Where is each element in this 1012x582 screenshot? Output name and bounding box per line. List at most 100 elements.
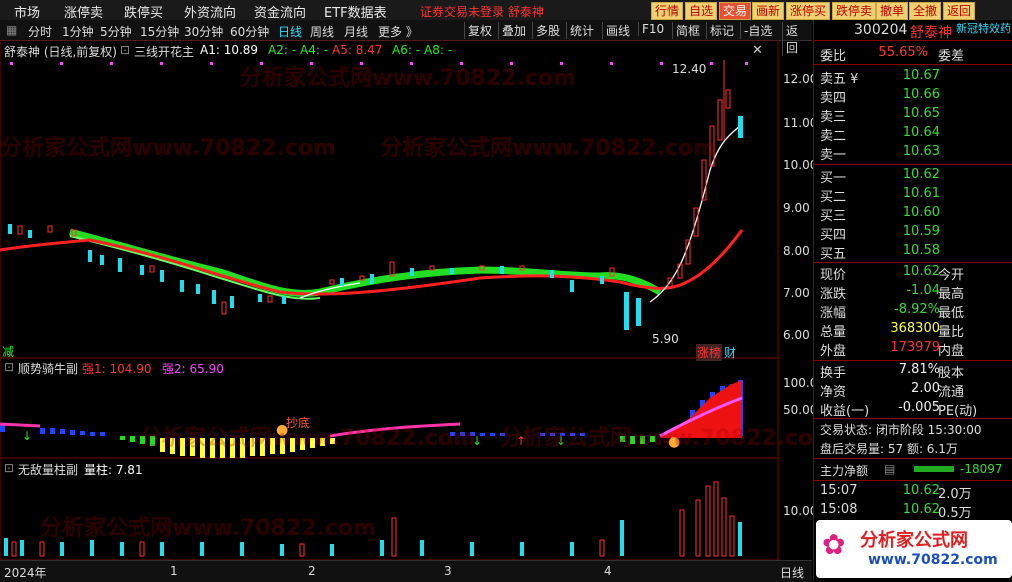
period-monthly[interactable]: 月线	[344, 23, 368, 40]
btn-cancel-all[interactable]: 全撤	[909, 2, 942, 20]
stat2-row: 收益(一) -0.005 PE(动)	[820, 400, 978, 419]
flower-icon: ✿	[822, 528, 846, 561]
btn-adjust[interactable]: 复权	[464, 22, 495, 39]
bid-row: 买五 10.58	[820, 243, 940, 262]
period-15min[interactable]: 15分钟	[140, 23, 179, 40]
watermark: 分析家公式网www.70822.com	[500, 426, 836, 451]
low-price-label: 5.90	[652, 332, 679, 346]
site-logo: ✿ 分析家公式网 www.70822.com	[816, 520, 1012, 578]
ask-row: 卖五 ¥10.67	[820, 68, 940, 87]
indicator-a2: A2: -	[268, 43, 297, 57]
stock-title: 舒泰神 (日线,前复权)	[4, 45, 117, 59]
indicator-a1: A1: 10.89	[200, 43, 259, 57]
watermark: 分析家公式网www.70822.com	[380, 136, 716, 161]
grid-icon[interactable]: ▦	[6, 23, 17, 37]
btn-new[interactable]: 画新	[752, 2, 785, 20]
top-menu-bar: 市场 涨停卖 跌停买 外资流向 资金流向 ETF数据表 证券交易未登录 舒泰神 …	[0, 0, 1012, 21]
concept-banner[interactable]: 新冠特效药	[956, 20, 1011, 36]
menu-foreign-flow[interactable]: 外资流向	[184, 2, 236, 21]
btn-back-top[interactable]: 返回	[943, 2, 976, 20]
sub1-name[interactable]: 顺势骑牛副	[18, 360, 78, 377]
indicator-toggle-icon[interactable]: ⊡	[120, 43, 130, 57]
flow-bar	[914, 466, 954, 472]
period-weekly[interactable]: 周线	[310, 23, 334, 40]
btn-draw[interactable]: 画线	[602, 22, 633, 39]
stock-code: 300204	[854, 22, 908, 38]
period-tick[interactable]: 分时	[28, 23, 52, 40]
ask-row: 卖四 10.66	[820, 87, 940, 106]
limit-up-tag: 涨榜	[696, 344, 723, 361]
ask-row: 卖一 10.63	[820, 144, 940, 163]
btn-stats[interactable]: 统计	[566, 22, 597, 39]
sub1-toggle-icon[interactable]: ⊡	[4, 360, 14, 374]
chart-canvas[interactable]	[0, 39, 812, 561]
sub1-strength1: 强1: 104.90	[82, 362, 152, 376]
date-tick: 1	[170, 564, 178, 578]
ask-row: 卖三 10.65	[820, 106, 940, 125]
price-tick: 6.00	[783, 328, 810, 342]
bid-row: 买一 10.62	[820, 167, 940, 186]
stat-row: 外盘 173979 内盘	[820, 340, 965, 359]
menu-limit-up-sell[interactable]: 涨停卖	[64, 2, 103, 21]
menu-market[interactable]: 市场	[14, 2, 40, 21]
indicator-a4: A4: -	[300, 43, 329, 57]
sub2-name[interactable]: 无敌量柱副	[18, 461, 78, 478]
main-flow-label: 主力净额	[820, 464, 869, 478]
finance-tag: 财	[724, 346, 737, 360]
btn-quote[interactable]: 行情	[651, 2, 684, 20]
sub2-toggle-icon[interactable]: ⊡	[4, 461, 14, 475]
high-price-label: 12.40	[672, 62, 707, 76]
date-axis-bar: 2024年 1 2 3 4 日线	[0, 560, 812, 582]
btn-mark[interactable]: 标记	[706, 22, 737, 39]
ask-row: 卖二 10.64	[820, 125, 940, 144]
trade-status: 交易状态: 闭市阶段 15:30:00	[820, 423, 982, 437]
menu-capital-flow[interactable]: 资金流向	[254, 2, 306, 21]
bid-row: 买四 10.59	[820, 224, 940, 243]
btn-watchlist[interactable]: 自选	[685, 2, 718, 20]
stat2-row: 净资 2.00 流通	[820, 381, 965, 400]
menu-limit-down-buy[interactable]: 跌停买	[124, 2, 163, 21]
chart-area[interactable]: 舒泰神 (日线,前复权) ⊡ 三线开花主 A1: 10.89 A2: - A4:…	[0, 39, 836, 561]
period-daily[interactable]: 日线	[278, 23, 302, 40]
btn-overlay[interactable]: 叠加	[498, 22, 529, 39]
watermark: 分析家公式网www.70822.com	[40, 516, 376, 541]
logo-text: 分析家公式网	[860, 530, 968, 551]
reduce-tag: 减	[2, 345, 15, 359]
period-30min[interactable]: 30分钟	[184, 23, 223, 40]
list-icon[interactable]: ▤	[884, 462, 895, 476]
sub1-strength2: 强2: 65.90	[162, 362, 224, 376]
bid-row: 买三 10.60	[820, 205, 940, 224]
stat-row: 现价 10.62 今开	[820, 264, 965, 283]
indicator-name[interactable]: 三线开花主	[134, 43, 194, 60]
btn-cancel[interactable]: 撤单	[876, 2, 909, 20]
period-more[interactable]: 更多 》	[378, 23, 418, 40]
period-60min[interactable]: 60分钟	[230, 23, 269, 40]
price-tick: 7.00	[783, 286, 810, 300]
stock-name: 舒泰神	[910, 25, 952, 41]
btn-trade[interactable]: 交易	[719, 2, 752, 20]
chart-toolbar: ▦ 分时 1分钟 5分钟 15分钟 30分钟 60分钟 日线 周线 月线 更多 …	[0, 20, 812, 56]
date-tick: 4	[604, 564, 612, 578]
menu-etf-table[interactable]: ETF数据表	[324, 2, 387, 21]
quote-panel: 300204 舒泰神 新冠特效药 委比 55.65% 委差 卖五 ¥10.67 …	[813, 20, 1012, 581]
btn-limit-down-sell[interactable]: 跌停卖	[832, 2, 877, 20]
indicator-a6: A6: -	[392, 43, 421, 57]
close-icon[interactable]: ✕	[752, 43, 763, 58]
btn-simple-frame[interactable]: 简框	[672, 22, 703, 39]
btn-limit-up-buy[interactable]: 涨停买	[786, 2, 831, 20]
btn-multi-stock[interactable]: 多股	[532, 22, 563, 39]
period-1min[interactable]: 1分钟	[62, 23, 94, 40]
date-tick: 2024年	[4, 566, 47, 580]
down-arrow-icon: ↓	[22, 429, 33, 443]
stat-row: 涨幅 -8.92% 最低	[820, 302, 965, 321]
btn-f10[interactable]: F10	[638, 22, 667, 36]
login-status: 证券交易未登录 舒泰神	[420, 5, 544, 19]
price-tick: 9.00	[783, 201, 810, 215]
price-tick: 8.00	[783, 244, 810, 258]
date-tick: 2	[308, 564, 316, 578]
period-5min[interactable]: 5分钟	[100, 23, 132, 40]
weibi-row: 委比 55.65% 委差	[820, 45, 965, 64]
candles	[8, 60, 743, 330]
btn-remove-watchlist[interactable]: -自选	[740, 22, 775, 39]
after-hours: 盘后交易量: 57 额: 6.1万	[820, 442, 958, 456]
